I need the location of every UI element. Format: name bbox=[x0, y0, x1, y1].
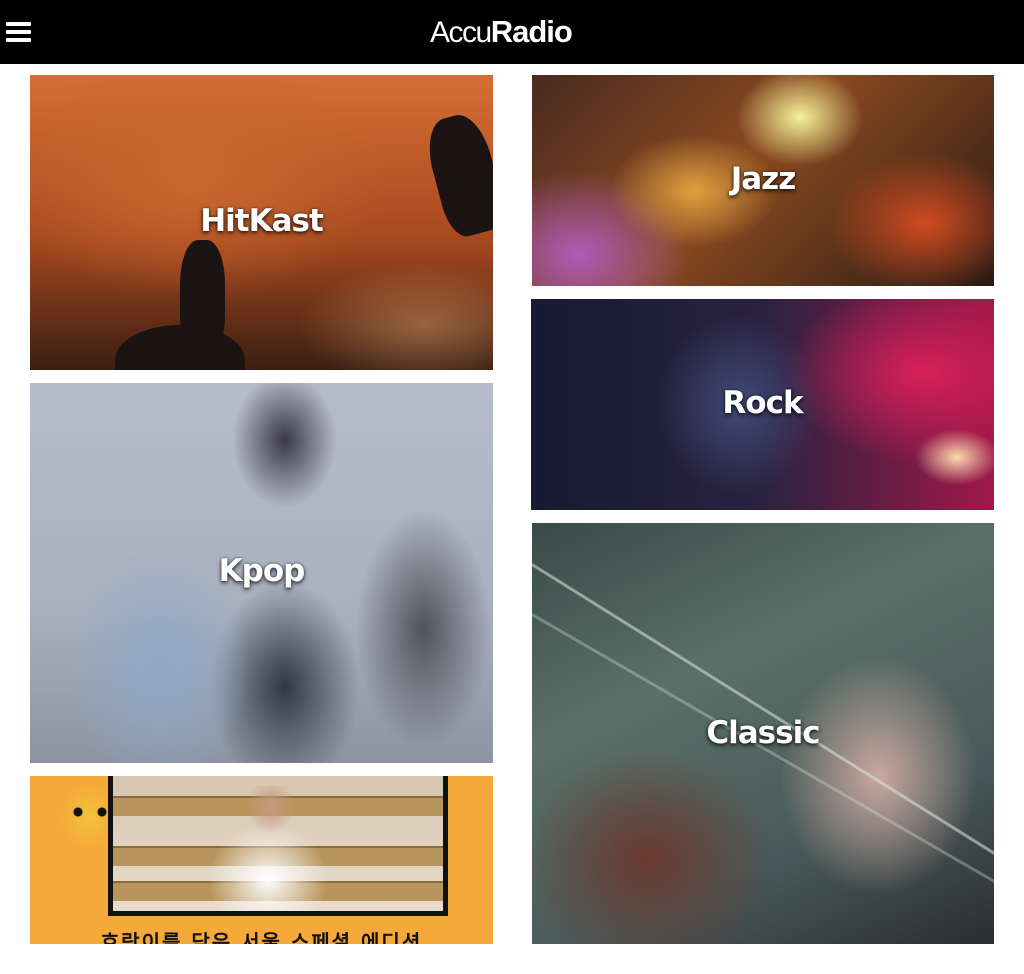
hamburger-menu-icon[interactable] bbox=[6, 20, 32, 44]
menu-line bbox=[6, 30, 31, 34]
promo-person bbox=[193, 786, 343, 911]
tile-label-rock: Rock bbox=[722, 385, 803, 421]
top-bar: AccuRadio bbox=[0, 0, 1024, 64]
promo-photo-frame bbox=[108, 776, 448, 916]
decorative-crowd bbox=[115, 325, 245, 370]
menu-line bbox=[6, 38, 31, 42]
promo-tile[interactable]: 호랑이를 담은 서울 스페셜 에디션 bbox=[30, 776, 493, 944]
genre-tile-rock[interactable]: Rock bbox=[531, 299, 994, 510]
violin-bow bbox=[532, 563, 994, 863]
genre-tile-kpop[interactable]: Kpop bbox=[30, 383, 493, 763]
tile-label-hitkast: HitKast bbox=[200, 203, 324, 239]
genre-tile-jazz[interactable]: Jazz bbox=[532, 75, 994, 286]
menu-line bbox=[6, 22, 31, 26]
genre-tile-hitkast[interactable]: HitKast bbox=[30, 75, 493, 370]
violin-string bbox=[532, 613, 994, 896]
tile-label-classic: Classic bbox=[706, 715, 820, 751]
tile-label-kpop: Kpop bbox=[218, 553, 306, 589]
tile-label-jazz: Jazz bbox=[730, 161, 797, 197]
accuradio-logo[interactable]: AccuRadio bbox=[430, 12, 573, 52]
logo-text-radio: Radio bbox=[490, 14, 573, 49]
promo-caption: 호랑이를 담은 서울 스페셜 에디션 bbox=[100, 930, 423, 944]
logo-text-accu: Accu bbox=[430, 16, 492, 49]
genre-tile-classic[interactable]: Classic bbox=[532, 523, 994, 944]
